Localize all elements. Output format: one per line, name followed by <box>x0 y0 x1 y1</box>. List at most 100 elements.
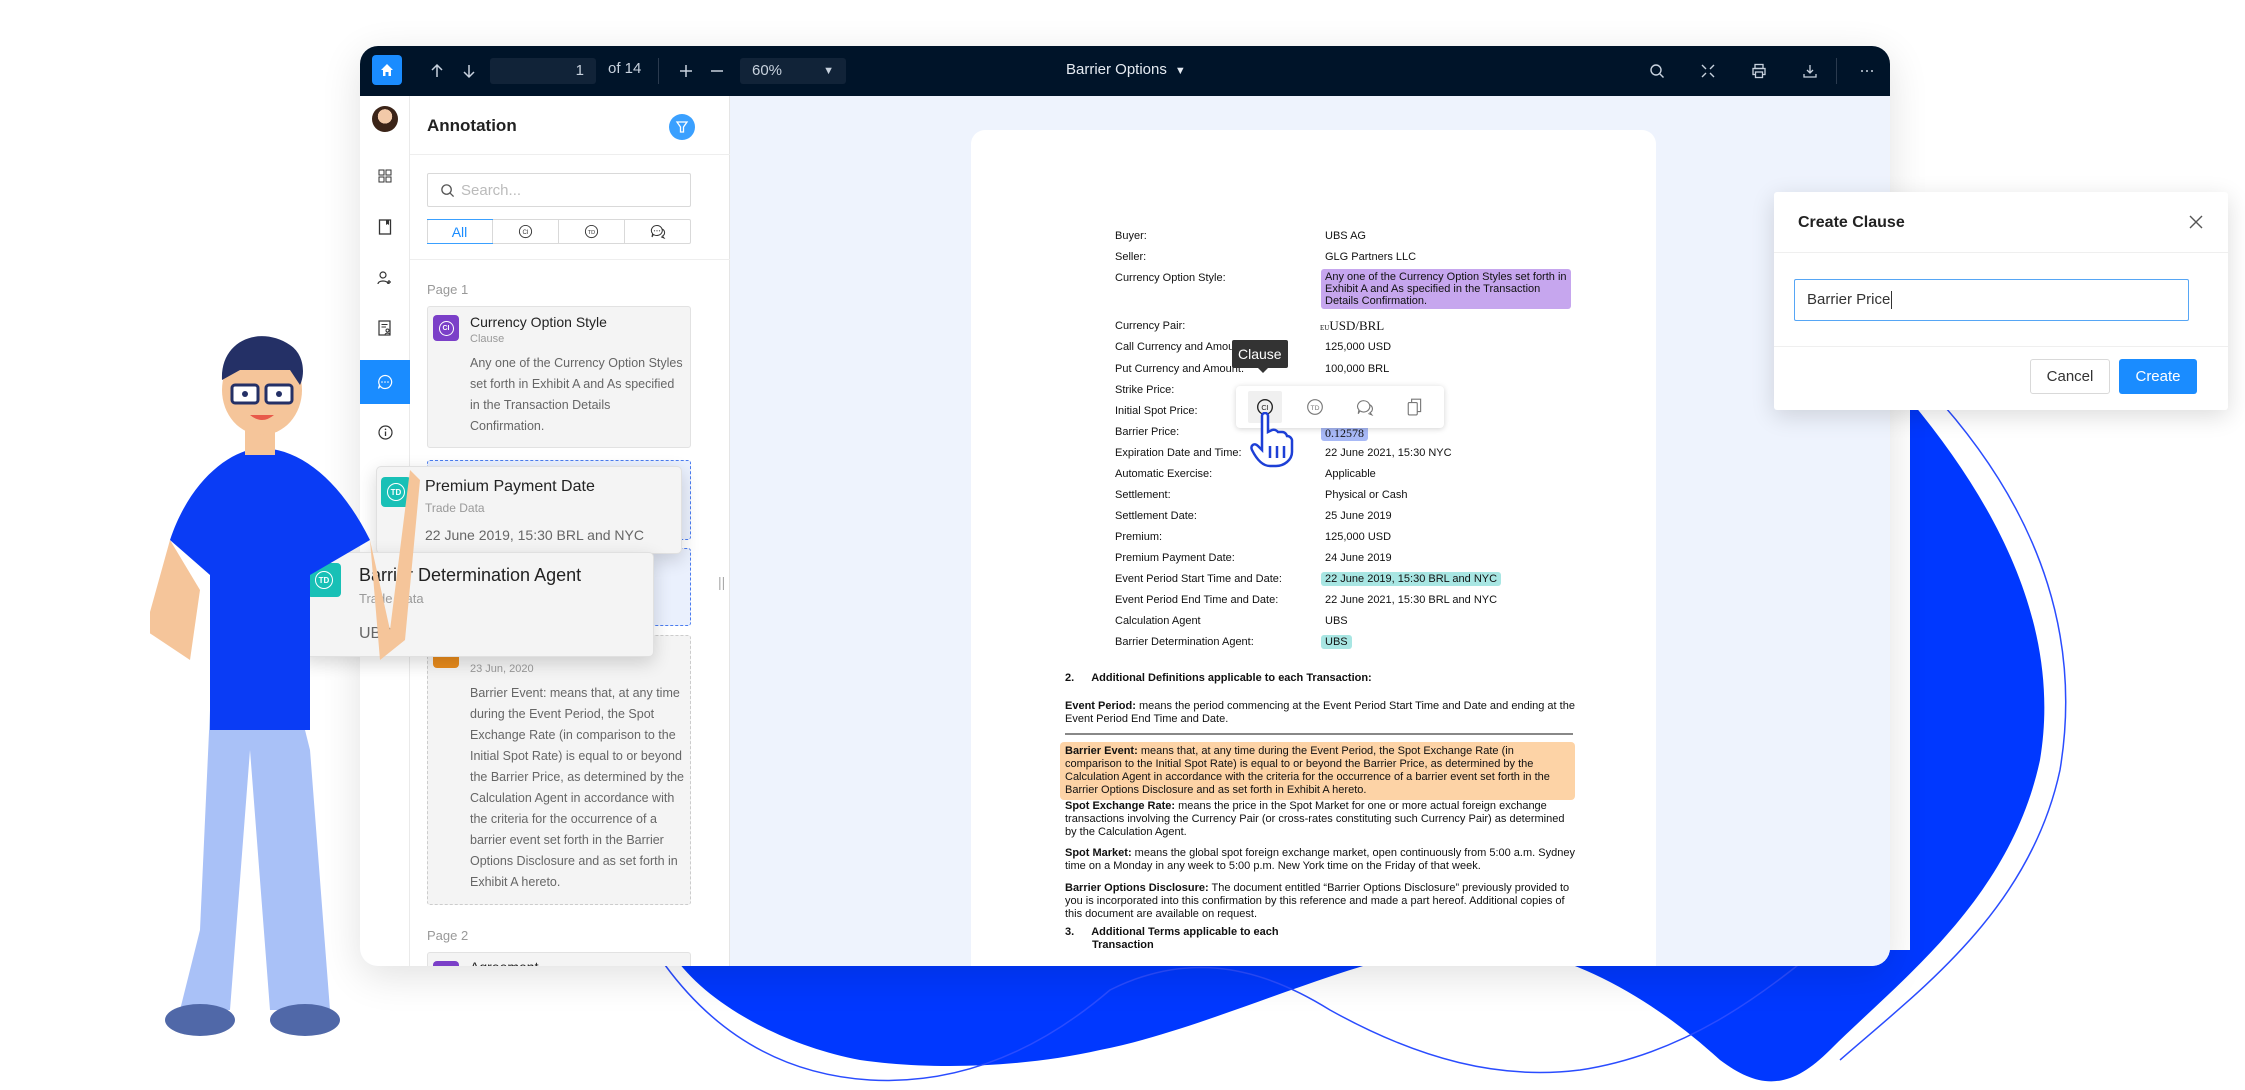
zoom-out-button[interactable] <box>704 58 730 84</box>
zoom-in-button[interactable] <box>673 58 699 84</box>
horizontal-rule <box>1065 733 1573 735</box>
page-up-button[interactable] <box>424 58 450 84</box>
section-title: Additional Terms applicable to each <box>1091 926 1279 938</box>
annotation-card[interactable]: 23 Jun, 2020 Barrier Event: means that, … <box>427 635 691 905</box>
print-icon <box>1752 63 1766 79</box>
field-label: Put Currency and Amount: <box>1115 363 1245 375</box>
field-value[interactable]: 22 June 2021, 15:30 NYC <box>1325 447 1452 459</box>
field-value[interactable]: GLG Partners LLC <box>1325 251 1416 263</box>
field-value[interactable]: 125,000 USD <box>1325 341 1391 353</box>
field-value[interactable]: Any one of the Currency Option Styles se… <box>1321 269 1571 309</box>
field-value[interactable]: 22 June 2021, 15:30 BRL and NYC <box>1325 594 1497 606</box>
zoom-level-select[interactable]: 60% ▼ <box>740 58 846 84</box>
trade-data-highlight[interactable]: 22 June 2019, 15:30 BRL and NYC <box>1321 572 1502 586</box>
field-value[interactable]: 25 June 2019 <box>1325 510 1392 522</box>
rail-bookmarks[interactable] <box>360 205 410 249</box>
card-title: Barrier Determination Agent <box>359 565 582 585</box>
create-button[interactable]: Create <box>2119 359 2197 394</box>
clause-name-input[interactable]: Barrier Price <box>1794 279 2189 321</box>
rail-document-user[interactable] <box>360 306 410 350</box>
card-body: Any one of the Currency Option Styles se… <box>470 356 683 433</box>
card-title: Premium Payment Date <box>425 478 595 495</box>
clause-tag-icon: CI <box>433 315 459 341</box>
trade-data-highlight[interactable]: UBS <box>1321 635 1352 649</box>
rail-thumbnails[interactable] <box>360 154 410 198</box>
document-page: Buyer: UBS AG Seller: GLG Partners LLC Curre… <box>971 130 1656 966</box>
filter-clause[interactable]: CI <box>492 220 558 243</box>
definition-term: Event Period: <box>1065 700 1136 712</box>
more-button[interactable] <box>1854 58 1880 84</box>
print-button[interactable] <box>1746 58 1772 84</box>
users-icon <box>377 271 391 285</box>
field-value[interactable]: 100,000 BRL <box>1325 363 1389 375</box>
clause-tag-icon: CI <box>433 961 459 966</box>
field-value[interactable]: 125,000 USD <box>1325 531 1391 543</box>
copy-button[interactable] <box>1398 391 1432 423</box>
divider <box>1774 346 2228 347</box>
panel-title: Annotation <box>427 116 517 135</box>
annotation-search-input[interactable]: Search... <box>427 173 691 207</box>
toolbar-divider <box>658 58 659 84</box>
floating-trade-data-card[interactable]: TD Barrier Determination Agent Trade Dat… <box>302 552 654 657</box>
filter-trade-data[interactable]: TD <box>558 220 624 243</box>
card-date: 23 Jun, 2020 <box>470 663 534 675</box>
field-value[interactable]: Physical or Cash <box>1325 489 1408 501</box>
trade-data-tag-icon: TD <box>307 563 341 597</box>
page-down-button[interactable] <box>456 58 482 84</box>
cancel-button[interactable]: Cancel <box>2030 359 2110 394</box>
search-icon <box>1650 64 1664 78</box>
home-button[interactable] <box>372 55 402 85</box>
download-button[interactable] <box>1797 58 1823 84</box>
search-button[interactable] <box>1644 58 1670 84</box>
trade-data-tag-icon: TD <box>381 477 411 507</box>
fullscreen-button[interactable] <box>1695 58 1721 84</box>
comment-icon <box>650 224 665 239</box>
field-label: Seller: <box>1115 251 1147 263</box>
definition-term: Spot Market: <box>1065 847 1132 859</box>
arrow-down-icon <box>463 65 475 79</box>
document-title-dropdown[interactable]: Barrier Options ▼ <box>1066 61 1186 78</box>
rail-comments[interactable] <box>360 360 410 404</box>
page-number-input[interactable]: 1 <box>490 58 596 84</box>
field-label: Premium: <box>1115 531 1163 543</box>
svg-text:CI: CI <box>522 229 528 236</box>
rail-info[interactable] <box>360 410 410 454</box>
create-trade-data-button[interactable]: TD <box>1298 391 1332 423</box>
arrow-up-icon <box>431 63 443 77</box>
field-value[interactable]: 24 June 2019 <box>1325 552 1392 564</box>
definition-text: means the period commencing at the Event… <box>1065 700 1575 725</box>
filter-comments[interactable] <box>624 220 690 243</box>
glasses-right <box>264 383 294 405</box>
zoom-level-value: 60% <box>752 62 783 79</box>
field-value[interactable]: UBS <box>1321 635 1352 649</box>
field-label: Event Period Start Time and Date: <box>1115 573 1282 585</box>
filter-all[interactable]: All <box>427 219 493 244</box>
comment-highlight[interactable]: Barrier Event: means that, at any time d… <box>1060 742 1575 800</box>
divider <box>410 259 730 260</box>
annotation-card[interactable]: CI Agreement <box>427 952 691 966</box>
filter-button[interactable] <box>669 114 695 140</box>
field-value[interactable]: Applicable <box>1325 468 1376 480</box>
glasses-left <box>230 383 260 405</box>
smile <box>250 415 274 420</box>
card-value: 22 June 2019, 15:30 BRL and NYC <box>425 527 644 543</box>
floating-trade-data-card[interactable]: TD Premium Payment Date Trade Data 22 Ju… <box>376 466 682 554</box>
field-value[interactable]: UBS <box>1325 615 1348 627</box>
rail-users[interactable] <box>360 256 410 300</box>
pants <box>180 710 330 1010</box>
document-user-icon <box>378 320 391 336</box>
neck <box>245 425 275 455</box>
definition-text: means that, at any time during the Event… <box>1065 745 1550 796</box>
close-button[interactable] <box>2184 210 2208 234</box>
field-value[interactable]: 0.12578 <box>1321 425 1368 441</box>
add-comment-button[interactable] <box>1348 391 1382 423</box>
field-value[interactable]: 22 June 2019, 15:30 BRL and NYC <box>1321 572 1502 586</box>
annotation-card[interactable]: CI Currency Option Style Clause Any one … <box>427 306 691 448</box>
clause-highlight[interactable]: Any one of the Currency Option Styles se… <box>1321 269 1571 309</box>
field-value[interactable]: UBS AG <box>1325 230 1366 242</box>
avatar[interactable] <box>372 106 398 132</box>
section-number: 2. <box>1065 672 1075 684</box>
fullscreen-icon <box>1701 64 1715 78</box>
field-value[interactable]: EUUSD/BRL <box>1320 318 1384 334</box>
panel-resize-handle[interactable]: || <box>718 574 725 590</box>
